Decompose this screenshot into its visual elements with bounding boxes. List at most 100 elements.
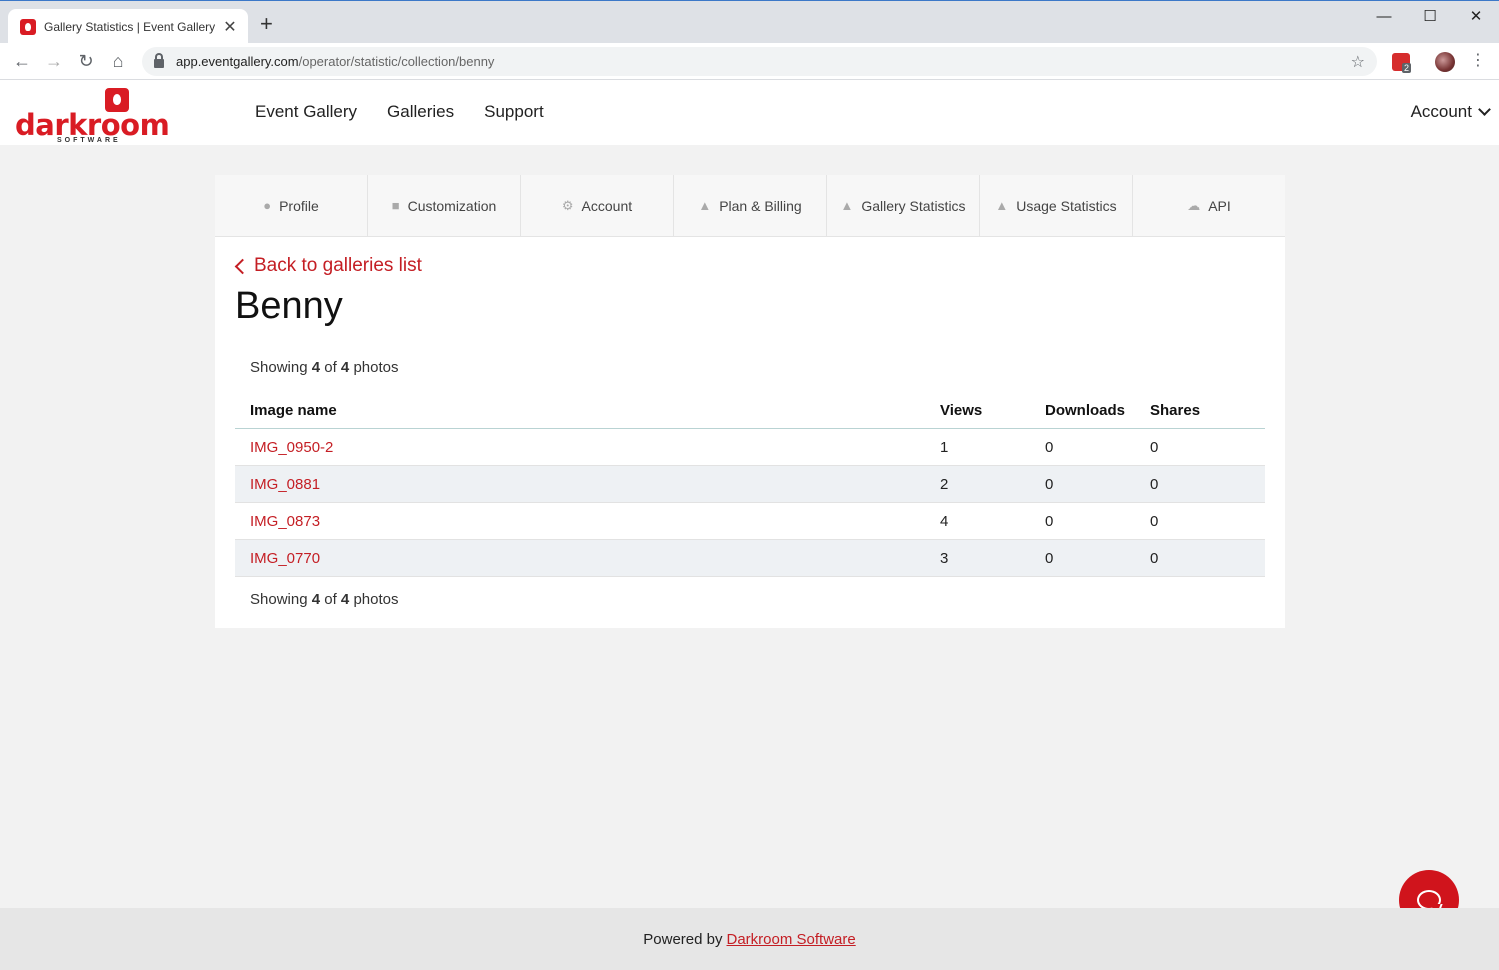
downloads-cell: 0 xyxy=(1045,549,1054,567)
tab-api[interactable]: ☁ API xyxy=(1133,175,1285,236)
thumbs-up-icon: ▲ xyxy=(698,198,712,213)
shares-cell: 0 xyxy=(1150,475,1159,493)
tab-label: API xyxy=(1208,197,1231,214)
footer-prefix: Powered by xyxy=(643,930,723,948)
image-stats-table: Image name Views Downloads Shares IMG_09… xyxy=(235,393,1265,577)
downloads-cell: 0 xyxy=(1045,512,1054,530)
showing-count: 4 xyxy=(311,359,321,376)
col-image-name[interactable]: Image name xyxy=(250,402,940,419)
showing-suffix: photos xyxy=(353,591,399,608)
url-host: app.eventgallery.com xyxy=(176,54,299,69)
back-arrow-icon[interactable]: ← xyxy=(10,49,34,73)
showing-of: of xyxy=(324,591,337,608)
url-text[interactable]: app.eventgallery.com/operator/statistic/… xyxy=(176,54,1351,69)
chat-bubble-icon xyxy=(1417,890,1441,910)
views-cell: 4 xyxy=(940,512,949,530)
thumbs-up-icon: ▲ xyxy=(995,198,1009,213)
profile-avatar[interactable] xyxy=(1435,52,1455,72)
image-name-link[interactable]: IMG_0770 xyxy=(250,550,940,567)
bookmark-star-icon[interactable]: ☆ xyxy=(1351,52,1365,72)
tab-profile[interactable]: ● Profile xyxy=(215,175,368,236)
darkroom-favicon-icon xyxy=(20,19,36,35)
person-icon: ● xyxy=(263,198,272,213)
home-icon[interactable]: ⌂ xyxy=(106,49,130,73)
nav-support[interactable]: Support xyxy=(484,102,544,122)
forward-arrow-icon[interactable]: → xyxy=(42,49,66,73)
lock-icon xyxy=(154,53,164,68)
back-to-galleries-link[interactable]: Back to galleries list xyxy=(234,255,422,277)
table-row: IMG_0873 4 0 0 xyxy=(235,503,1265,540)
showing-total: 4 xyxy=(340,359,350,376)
account-menu-label: Account xyxy=(1410,102,1472,121)
tab-customization[interactable]: ■ Customization xyxy=(368,175,521,236)
main-nav: Event Gallery Galleries Support xyxy=(255,102,544,122)
shares-cell: 0 xyxy=(1150,438,1159,456)
darkroom-software-link[interactable]: Darkroom Software xyxy=(727,931,856,948)
showing-prefix: Showing xyxy=(250,359,308,376)
extension-badge: 2 xyxy=(1402,63,1412,73)
account-menu[interactable]: Account xyxy=(1410,102,1491,122)
browser-toolbar: ← → ↻ ⌂ app.eventgallery.com/operator/st… xyxy=(0,43,1499,80)
showing-count: 4 xyxy=(311,591,321,608)
downloads-cell: 0 xyxy=(1045,475,1054,493)
downloads-cell: 0 xyxy=(1045,438,1054,456)
image-name-link[interactable]: IMG_0881 xyxy=(250,476,940,493)
logo-subtext: SOFTWARE xyxy=(57,137,121,144)
tab-label: Profile xyxy=(279,197,319,214)
showing-count-top: Showing 4 of 4 photos xyxy=(250,359,398,376)
table-row: IMG_0881 2 0 0 xyxy=(235,466,1265,503)
showing-prefix: Showing xyxy=(250,591,308,608)
tab-label: Customization xyxy=(407,197,497,214)
address-bar[interactable]: app.eventgallery.com/operator/statistic/… xyxy=(142,47,1377,76)
back-link-label: Back to galleries list xyxy=(254,255,422,276)
tab-account[interactable]: ⚙ Account xyxy=(521,175,674,236)
darkroom-logo[interactable]: darkroom SOFTWARE xyxy=(15,86,170,144)
tab-close-icon[interactable]: ✕ xyxy=(222,17,238,37)
image-name-link[interactable]: IMG_0950-2 xyxy=(250,439,940,456)
nav-event-gallery[interactable]: Event Gallery xyxy=(255,102,357,122)
url-path: /operator/statistic/collection/benny xyxy=(298,54,495,69)
col-views[interactable]: Views xyxy=(940,402,1045,419)
tab-plan-billing[interactable]: ▲ Plan & Billing xyxy=(674,175,827,236)
nav-galleries[interactable]: Galleries xyxy=(387,102,454,122)
col-shares[interactable]: Shares xyxy=(1150,402,1250,419)
tab-usage-statistics[interactable]: ▲ Usage Statistics xyxy=(980,175,1133,236)
statistics-card: ● Profile ■ Customization ⚙ Account ▲ Pl… xyxy=(215,175,1285,628)
new-tab-button[interactable]: + xyxy=(260,13,273,35)
gear-icon: ⚙ xyxy=(561,197,574,213)
shares-cell: 0 xyxy=(1150,512,1159,530)
browser-menu-icon[interactable]: ⋮ xyxy=(1470,50,1486,70)
window-close-icon[interactable]: ✕ xyxy=(1453,1,1499,31)
image-name-link[interactable]: IMG_0873 xyxy=(250,513,940,530)
thumbs-up-icon: ▲ xyxy=(840,198,854,213)
maximize-icon[interactable]: ☐ xyxy=(1407,1,1453,31)
table-row: IMG_0950-2 1 0 0 xyxy=(235,429,1265,466)
tab-gallery-statistics[interactable]: ▲ Gallery Statistics xyxy=(827,175,980,236)
views-cell: 2 xyxy=(940,475,949,493)
minimize-icon[interactable]: — xyxy=(1361,1,1407,31)
showing-of: of xyxy=(324,359,337,376)
browser-tab-strip: Gallery Statistics | Event Gallery ✕ + —… xyxy=(0,0,1499,45)
views-cell: 1 xyxy=(940,438,949,456)
showing-suffix: photos xyxy=(353,359,399,376)
tab-label: Plan & Billing xyxy=(719,197,802,214)
views-cell: 3 xyxy=(940,549,949,567)
browser-tab[interactable]: Gallery Statistics | Event Gallery ✕ xyxy=(8,9,248,45)
settings-tabs: ● Profile ■ Customization ⚙ Account ▲ Pl… xyxy=(215,175,1285,237)
site-header: darkroom SOFTWARE Event Gallery Gallerie… xyxy=(0,80,1499,145)
col-downloads[interactable]: Downloads xyxy=(1045,402,1150,419)
tab-label: Account xyxy=(581,197,633,214)
page-title: Benny xyxy=(235,285,343,327)
lock-icon: ■ xyxy=(391,198,400,213)
reload-icon[interactable]: ↻ xyxy=(74,49,98,73)
showing-count-bottom: Showing 4 of 4 photos xyxy=(250,591,398,608)
tab-label: Usage Statistics xyxy=(1016,197,1117,214)
window-controls: — ☐ ✕ xyxy=(1361,1,1499,31)
browser-tab-title: Gallery Statistics | Event Gallery xyxy=(44,20,216,34)
cloud-icon: ☁ xyxy=(1187,197,1201,213)
table-row: IMG_0770 3 0 0 xyxy=(235,540,1265,577)
tab-label: Gallery Statistics xyxy=(861,197,966,214)
chevron-down-icon xyxy=(1478,103,1491,116)
shares-cell: 0 xyxy=(1150,549,1159,567)
site-footer: Powered by Darkroom Software xyxy=(0,908,1499,970)
